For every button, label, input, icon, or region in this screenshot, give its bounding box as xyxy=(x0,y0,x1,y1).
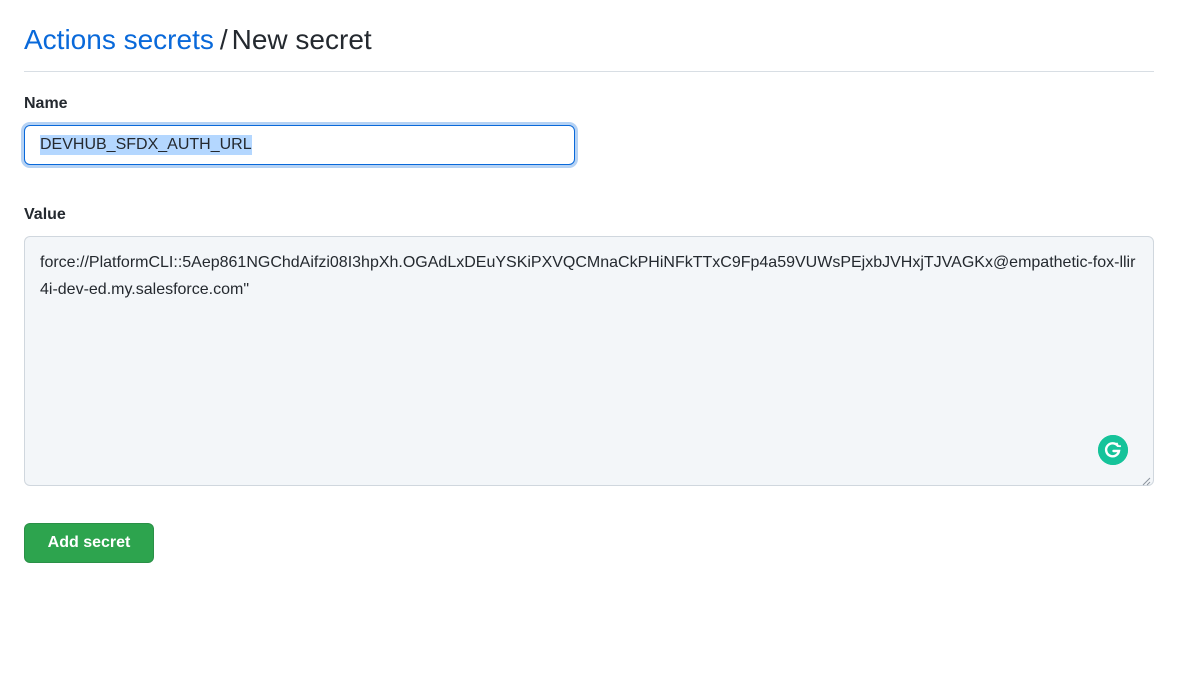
page: Actions secrets / New secret Name DEVHUB_S… xyxy=(0,0,1204,676)
grammarly-icon[interactable] xyxy=(1098,435,1128,465)
resize-handle-icon[interactable] xyxy=(1141,473,1151,486)
secret-name-input[interactable]: DEVHUB_SFDX_AUTH_URL xyxy=(24,125,575,165)
page-header: Actions secrets / New secret xyxy=(24,22,1154,72)
page-title: New secret xyxy=(231,24,372,55)
breadcrumb-separator: / xyxy=(219,24,228,55)
add-secret-button[interactable]: Add secret xyxy=(24,523,154,563)
name-label: Name xyxy=(24,95,68,112)
secret-value-text: force://PlatformCLI::5Aep861NGChdAifzi08… xyxy=(40,254,1136,298)
secret-name-value: DEVHUB_SFDX_AUTH_URL xyxy=(40,135,252,155)
secret-value-textarea[interactable]: force://PlatformCLI::5Aep861NGChdAifzi08… xyxy=(24,236,1154,486)
value-label: Value xyxy=(24,206,66,223)
breadcrumb-actions-secrets-link[interactable]: Actions secrets xyxy=(24,24,214,55)
